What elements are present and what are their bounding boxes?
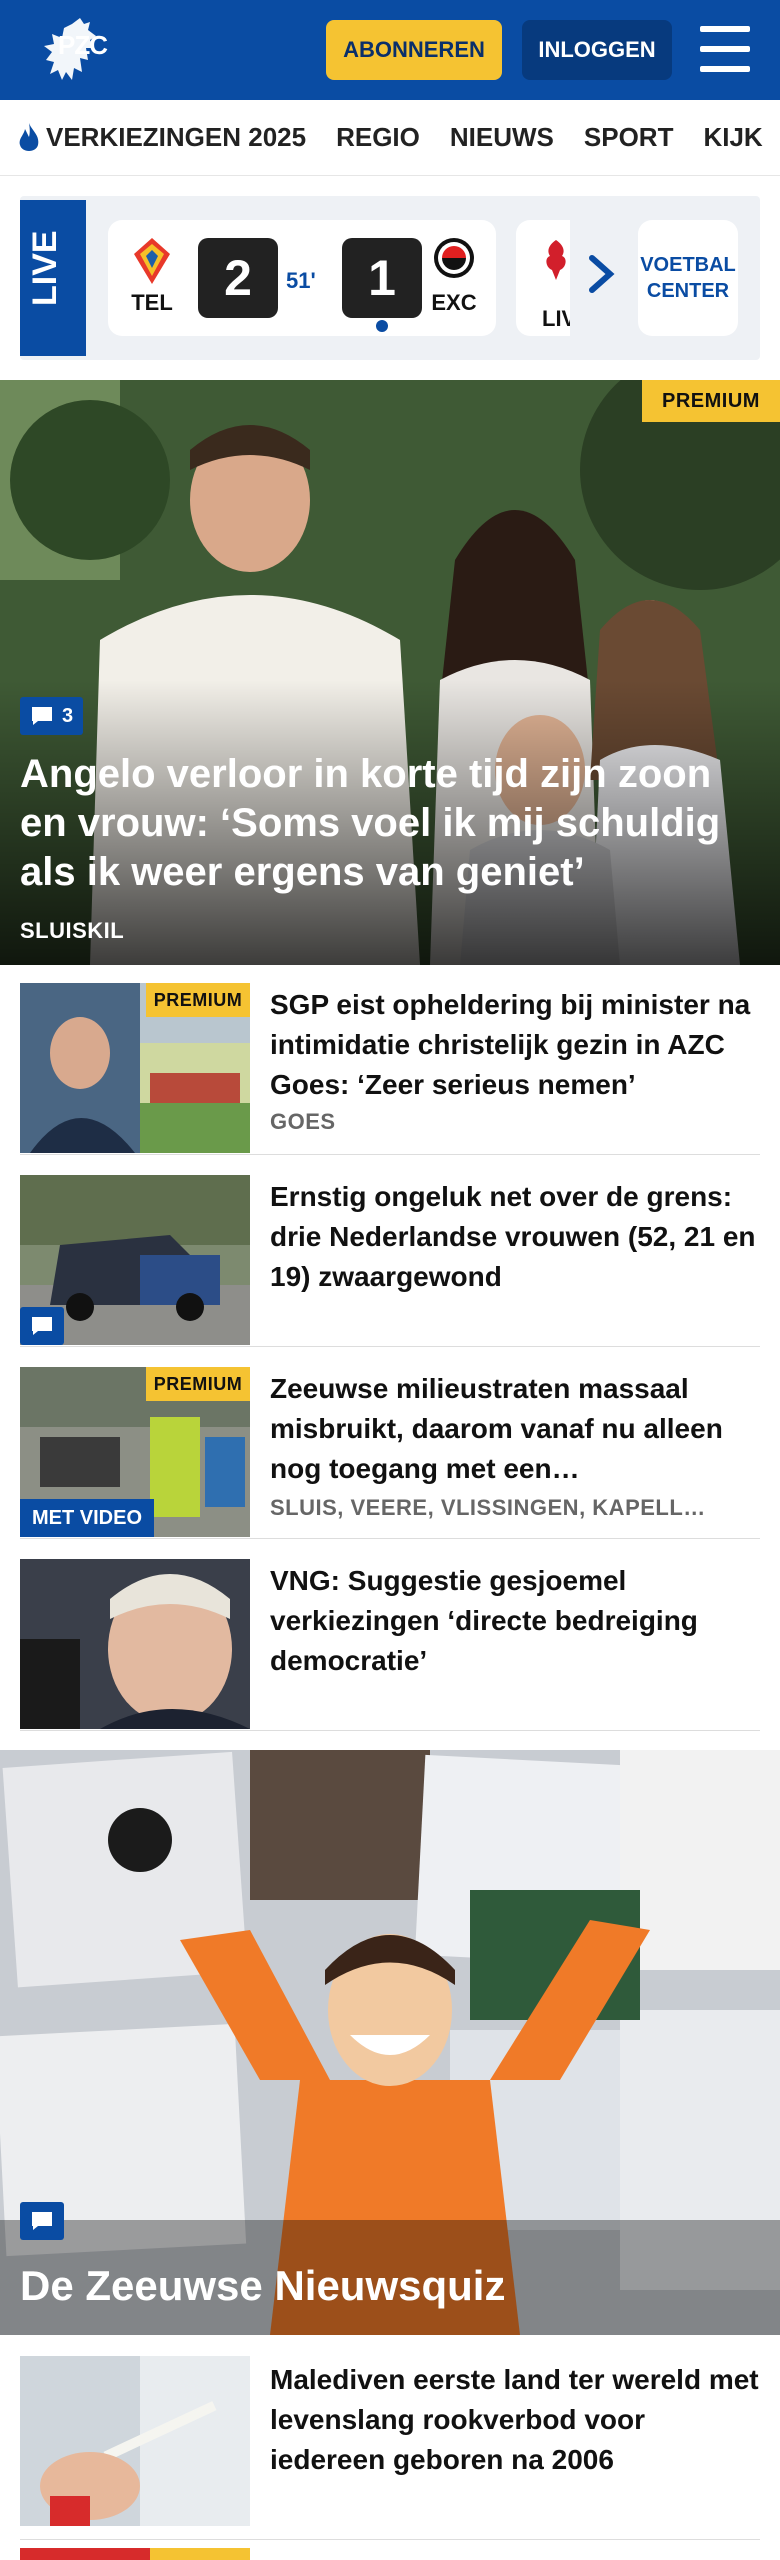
match-minute: 51' xyxy=(286,268,316,293)
premium-badge: PREMIUM xyxy=(642,380,780,422)
comment-badge[interactable] xyxy=(20,1307,64,1345)
article-item[interactable]: Malediven eerste land ter wereld met lev… xyxy=(20,2340,760,2540)
nav-item-sport[interactable]: SPORT xyxy=(584,122,674,153)
home-team-crest-icon xyxy=(134,238,170,284)
article-item[interactable]: VNG: Suggestie gesjoemel verkiezingen ‘d… xyxy=(20,1541,760,1731)
article-thumbnail: PREMIUM xyxy=(20,983,250,1153)
pzc-logo[interactable]: PZC xyxy=(28,14,108,86)
subscribe-button[interactable]: ABONNEREN xyxy=(326,20,502,80)
away-team: EXC xyxy=(424,236,484,316)
away-score: 1 xyxy=(342,238,422,318)
top-bar: PZC ABONNEREN INLOGGEN xyxy=(0,0,780,100)
article-title[interactable]: VNG: Suggestie gesjoemel verkiezingen ‘d… xyxy=(270,1561,760,1681)
article-location: SLUIS, VEERE, VLISSINGEN, KAPELL… xyxy=(270,1495,706,1520)
premium-badge: PREMIUM xyxy=(146,983,250,1017)
logo-text: PZC xyxy=(58,30,108,60)
article-thumbnail xyxy=(20,1559,250,1729)
next-team: LIV xyxy=(542,306,570,331)
voetbal-center-link[interactable]: VOETBAL CENTER xyxy=(638,220,738,336)
article-item[interactable]: PREMIUM SGP eist opheldering bij ministe… xyxy=(20,965,760,1155)
quiz-banner[interactable]: De Zeeuwse Nieuwsquiz xyxy=(0,1750,780,2335)
article-image xyxy=(20,2356,250,2526)
article-title[interactable]: Malediven eerste land ter wereld met lev… xyxy=(270,2360,760,2480)
login-button[interactable]: INLOGGEN xyxy=(522,20,672,80)
article-title[interactable]: SGP eist opheldering bij minister na int… xyxy=(270,985,760,1105)
article-image xyxy=(20,1559,250,1729)
premium-badge: PREMIUM xyxy=(146,1367,250,1401)
comment-count-badge[interactable]: 3 xyxy=(20,697,84,735)
nav-item-kijk[interactable]: KIJK xyxy=(703,122,762,153)
article-item[interactable]: PREMIUM MET VIDEO Zeeuwse milieustraten … xyxy=(20,1349,760,1539)
chevron-right-icon[interactable] xyxy=(586,252,616,296)
article-thumbnail xyxy=(20,2356,250,2526)
hero-location: SLUISKIL xyxy=(20,918,125,943)
article-title[interactable]: Ernstig ongeluk net over de grens: drie … xyxy=(270,1177,760,1297)
live-scores-strip: LIVE TEL 2 51' 1 EXC LIV VOETBAL CENTER xyxy=(20,196,760,360)
match-card[interactable]: TEL 2 51' 1 EXC xyxy=(108,220,496,336)
home-score: 2 xyxy=(198,238,278,318)
article-thumbnail: PREMIUM MET VIDEO xyxy=(20,1367,250,1537)
live-indicator-dot xyxy=(376,320,388,332)
article-item[interactable]: Ernstig ongeluk net over de grens: drie … xyxy=(20,1157,760,1347)
nav-item-verkiezingen[interactable]: VERKIEZINGEN 2025 xyxy=(16,121,306,155)
video-badge: MET VIDEO xyxy=(20,1499,155,1537)
quiz-title[interactable]: De Zeeuwse Nieuwsquiz xyxy=(20,2262,505,2310)
comment-icon xyxy=(32,2212,52,2230)
nav-item-nieuws[interactable]: NIEUWS xyxy=(450,122,554,153)
live-badge: LIVE xyxy=(20,200,86,356)
flame-icon xyxy=(19,122,39,151)
home-team: TEL xyxy=(122,236,182,316)
quiz-illustration xyxy=(0,1750,780,2335)
hero-article[interactable]: PREMIUM 3 Angelo verloor in korte tijd z… xyxy=(0,380,780,965)
nav-item-regio[interactable]: REGIO xyxy=(336,122,420,153)
liverbird-crest-icon xyxy=(546,240,566,280)
article-title[interactable]: Zeeuwse milieustraten massaal misbruikt,… xyxy=(270,1369,760,1489)
article-thumbnail xyxy=(20,1175,250,1345)
next-match-card[interactable]: LIV xyxy=(516,220,570,336)
comment-badge[interactable] xyxy=(20,2202,64,2240)
menu-icon[interactable] xyxy=(700,26,750,72)
comment-icon xyxy=(32,707,52,725)
hero-headline[interactable]: Angelo verloor in korte tijd zijn zoon e… xyxy=(20,750,740,897)
next-article-peek xyxy=(20,2548,760,2560)
away-team-crest-icon xyxy=(434,238,474,278)
main-nav: VERKIEZINGEN 2025 REGIO NIEUWS SPORT KIJ… xyxy=(0,100,780,176)
nav-item-label: VERKIEZINGEN 2025 xyxy=(46,122,307,152)
article-location: GOES xyxy=(270,1109,336,1134)
comment-icon xyxy=(32,1317,52,1335)
